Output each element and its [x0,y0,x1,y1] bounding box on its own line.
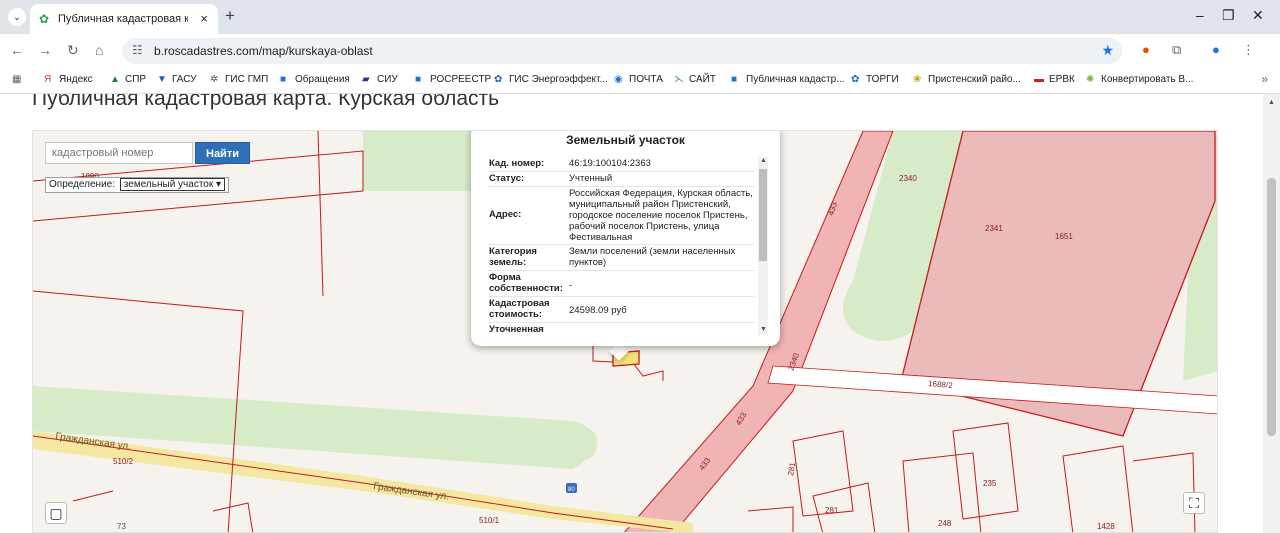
bookmark-yandex[interactable]: Я Яндекс [44,74,93,85]
tab-title: Публичная кадастровая карта [58,13,188,25]
cadastral-number-search[interactable] [45,142,193,164]
forward-button[interactable]: → [38,42,52,58]
address-bar[interactable]: ☷ b.roscadastres.com/map/kurskaya-oblast… [122,38,1122,64]
ervk-icon: ▬ [1034,74,1044,85]
layers-toggle-button[interactable]: ▢ [45,502,67,524]
url-text: b.roscadastres.com/map/kurskaya-oblast [154,44,373,58]
bookmark-site[interactable]: ⋋ САЙТ [674,74,716,85]
parcel-label: 235 [983,479,997,488]
row-cadastral-value: Кадастровая стоимость: 24598.09 руб [487,297,755,323]
extensions-puzzle-icon[interactable]: ⧉ [1172,42,1181,58]
parcel-info-popup: Земельный участок ⌃ Кад. номер: 46:19:10… [471,131,780,346]
bookmark-siu[interactable]: ▰ СИУ [362,74,398,85]
row-status: Статус: Учтенный [487,172,755,187]
parcel-label: 1428 [1097,522,1115,531]
new-tab-button[interactable]: + [225,6,235,26]
bookmark-convert[interactable]: ✺ Конвертировать В... [1086,74,1193,85]
page-scroll-thumb[interactable] [1267,178,1276,436]
minimize-button[interactable]: – [1196,7,1204,23]
bookmark-pristen[interactable]: ❀ Пристенский райо... [913,74,1021,85]
back-button[interactable]: ← [10,42,24,58]
gis-energy-icon: ✿ [494,74,503,85]
yandex-icon: Я [44,74,52,85]
profile-avatar-icon[interactable]: ● [1212,42,1220,57]
bookmark-ervk[interactable]: ▬ ЕРВК [1034,74,1075,85]
parcel-label: 73 [117,522,126,531]
definition-selector: Определение: земельный участок ▾ [45,177,230,193]
fullscreen-button[interactable]: ⛶ [1183,492,1205,514]
popup-attributes: Кад. номер: 46:19:100104:2363 Статус: Уч… [487,157,755,335]
parcel-label: 1651 [1055,232,1073,241]
bookmark-star-icon[interactable]: ★ [1101,42,1114,59]
popup-scroll-thumb[interactable] [759,169,767,261]
bookmarks-overflow-icon[interactable]: » [1261,72,1268,86]
scroll-up-arrow-icon[interactable]: ▲ [1268,99,1275,106]
page-scrollbar[interactable]: ▲ [1263,94,1280,533]
parcel-label: 2341 [985,224,1003,233]
bookmark-spr[interactable]: ▲ СПР [110,74,146,85]
rosreestr-icon: ■ [415,74,422,85]
parcel-label: 2340 [899,174,917,183]
row-clarified: Уточненная [489,324,544,335]
reload-button[interactable]: ↻ [67,42,79,59]
bookmark-mail[interactable]: ◉ ПОЧТА [614,74,663,85]
house-number: 80 [568,487,575,493]
site-info-icon[interactable]: ☷ [132,43,143,57]
parcel-label: 510/2 [113,457,134,466]
bookmark-torgi[interactable]: ✿ ТОРГИ [851,74,899,85]
pristen-icon: ❀ [913,74,922,85]
tab-close-icon[interactable]: × [200,11,208,26]
row-land-category: Категория земель: Земли поселений (земли… [487,245,755,271]
cadastral-map[interactable]: 1890 2340 2341 1651 433 433 433 2340 168… [32,130,1218,533]
site-icon: ⋋ [674,74,684,85]
parcel-label: 281 [825,506,839,515]
extension-icon[interactable]: ● [1142,42,1150,57]
gis-gmp-icon: ✲ [210,74,219,85]
row-ownership: Форма собственности: - [487,271,755,297]
site-favicon-icon: ✿ [39,12,50,26]
bookmarks-bar: ▦ Я Яндекс ▲ СПР ▼ ГАСУ ✲ ГИС ГМП ■ Обращения… [0,66,1280,94]
find-button[interactable]: Найти [195,142,250,164]
gasu-icon: ▼ [157,74,167,85]
close-window-button[interactable]: ✕ [1252,7,1264,24]
spr-icon: ▲ [110,74,120,85]
restore-button[interactable]: ❐ [1222,7,1235,24]
row-address: Адрес: Российская Федерация, Курская обл… [487,187,755,245]
tab-search-button[interactable]: ⌄ [8,8,26,26]
siu-icon: ▰ [362,74,370,85]
search-input[interactable] [46,143,192,163]
bookmark-gis-energy[interactable]: ✿ ГИС Энергоэффект... [494,74,608,85]
cadastre-icon: ■ [731,74,738,85]
definition-label: Определение: [49,179,116,190]
scroll-down-icon[interactable]: ▼ [760,326,767,333]
mail-icon: ◉ [614,74,623,85]
active-tab[interactable]: ✿ Публичная кадастровая карта × [30,4,218,34]
bookmark-rosreestr[interactable]: ■ РОСРЕЕСТР [415,74,491,85]
page-content: Публичная кадастровая карта. Курская обл… [0,94,1280,533]
popup-scrollbar[interactable]: ▲ ▼ [758,157,768,335]
bookmark-gasu[interactable]: ▼ ГАСУ [157,74,196,85]
popup-title: Земельный участок [566,133,685,147]
bookmark-appeals[interactable]: ■ Обращения [280,74,350,85]
convert-icon: ✺ [1086,74,1095,85]
home-icon[interactable]: ⌂ [95,42,103,58]
parcel-label: 510/1 [479,516,500,525]
scroll-up-icon[interactable]: ▲ [760,157,767,164]
appeals-icon: ■ [280,74,287,85]
torgi-icon: ✿ [851,74,860,85]
parcel-label: 248 [938,519,952,528]
definition-select[interactable]: земельный участок ▾ [119,178,226,191]
apps-grid-icon[interactable]: ▦ [12,74,21,85]
tab-strip: ⌄ ✿ Публичная кадастровая карта × + – ❐ … [0,0,1280,34]
bookmark-gis-gmp[interactable]: ✲ ГИС ГМП [210,74,268,85]
browser-toolbar: ← → ↻ ⌂ ☷ b.roscadastres.com/map/kurskay… [0,34,1280,66]
row-cad-number: Кад. номер: 46:19:100104:2363 [487,157,755,172]
green-area [363,131,473,191]
bookmark-cadastre[interactable]: ■ Публичная кадастр... [731,74,845,85]
page-title: Публичная кадастровая карта. Курская обл… [32,94,500,110]
menu-kebab-icon[interactable]: ⋮ [1242,42,1255,58]
popup-collapse-icon[interactable]: ⌃ [764,131,773,138]
